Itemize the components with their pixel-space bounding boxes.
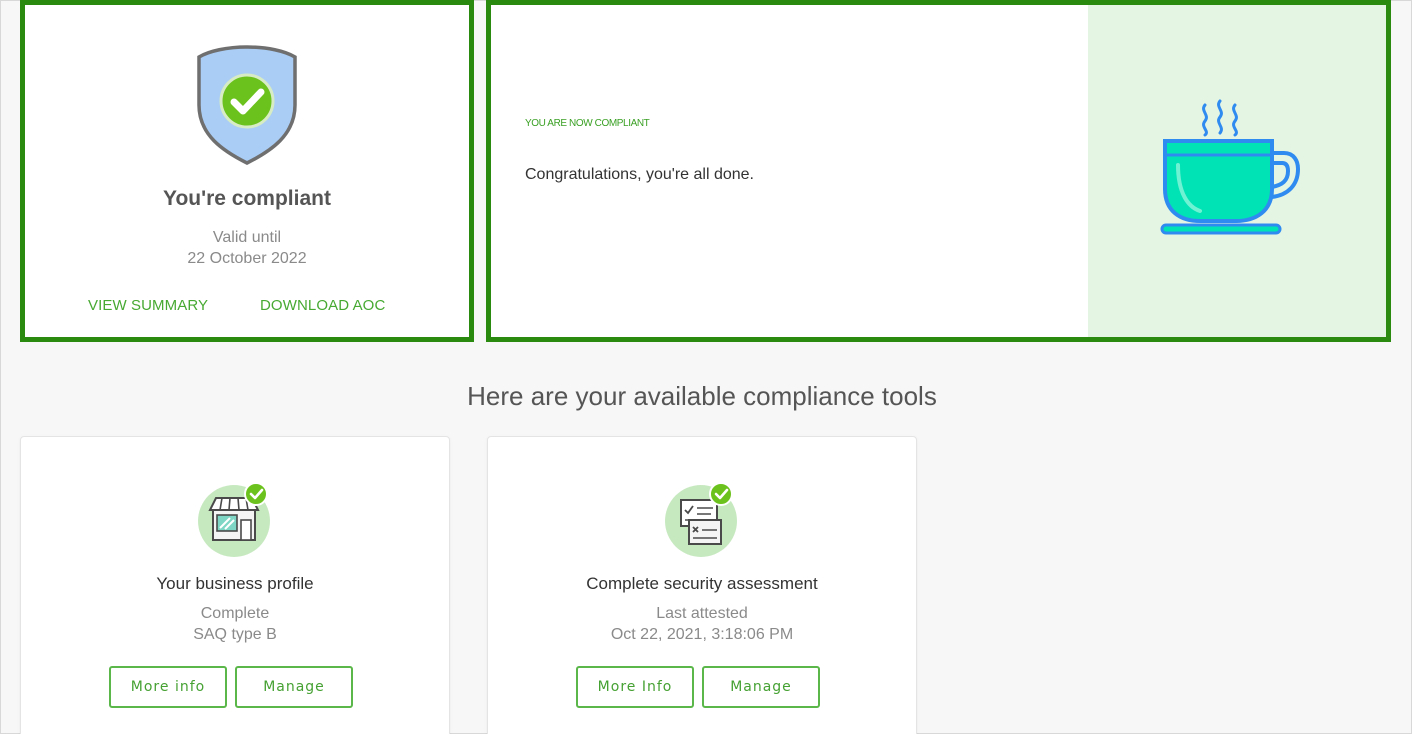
download-aoc-link[interactable]: DOWNLOAD AOC [260,297,385,314]
tool-title: Complete security assessment [586,574,818,593]
compliance-status-title: You're compliant [163,187,331,210]
more-info-button[interactable]: More Info [576,666,694,708]
coffee-cup-icon [1160,99,1301,235]
shield-check-icon [197,45,297,165]
tool-detail: Oct 22, 2021, 3:18:06 PM [610,626,794,643]
tool-detail: SAQ type B [193,626,277,643]
manage-button[interactable]: Manage [235,666,353,708]
valid-until-date: 22 October 2022 [187,250,307,267]
security-assessment-card: Complete security assessment Last attest… [487,436,917,734]
tool-status: Last attested [656,605,748,622]
business-profile-card: Your business profile Complete SAQ type … [20,436,450,734]
compliance-message-card: YOU ARE NOW COMPLIANT Congratulations, y… [486,0,1391,342]
compliance-status-card: You're compliant Valid until 22 October … [20,0,474,342]
congratulations-message: Congratulations, you're all done. [525,166,754,183]
compliant-eyebrow-label: YOU ARE NOW COMPLIANT [525,118,650,129]
checklist-check-icon [665,482,737,557]
tools-section-heading: Here are your available compliance tools [467,381,937,411]
valid-until-label: Valid until [212,229,282,246]
view-summary-link[interactable]: VIEW SUMMARY [88,297,208,314]
storefront-check-icon [198,482,270,557]
illustration-panel [1088,5,1386,337]
manage-button[interactable]: Manage [702,666,820,708]
more-info-button[interactable]: More info [109,666,227,708]
tool-status: Complete [200,605,270,622]
tool-title: Your business profile [156,574,314,593]
